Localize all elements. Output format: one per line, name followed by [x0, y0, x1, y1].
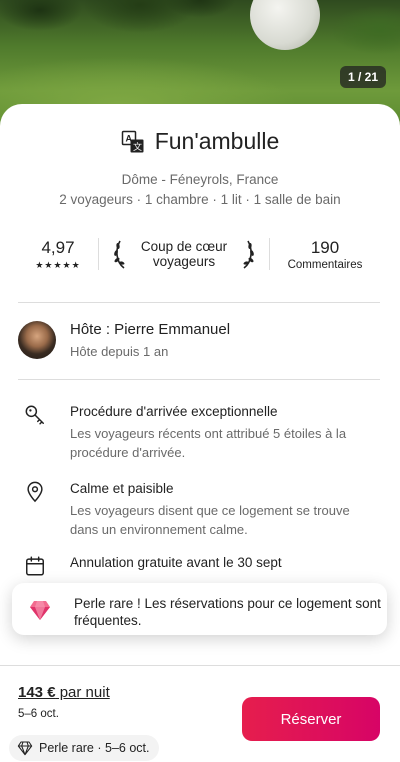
- rare-find-chip: Perle rare · 5–6 oct.: [9, 735, 160, 761]
- listing-sheet: A 文 Fun'ambulle Dôme - Féneyrols, France…: [0, 104, 400, 664]
- guest-favorite-stat: Coup de cœur voyageurs: [99, 238, 269, 270]
- divider: [18, 379, 380, 380]
- translate-icon[interactable]: A 文: [121, 130, 145, 154]
- rare-find-toast: Perle rare ! Les réservations pour ce lo…: [12, 583, 387, 635]
- price-amount: 143 €: [18, 684, 56, 701]
- stay-dates: 5–6 oct.: [18, 708, 59, 720]
- key-icon: [25, 405, 44, 425]
- rating-stars: ★★★★★: [35, 259, 81, 270]
- price-per-night[interactable]: 143 € par nuit: [18, 684, 110, 701]
- gem-icon: [30, 601, 50, 620]
- diamond-icon: [17, 741, 33, 756]
- guest-favorite-label: Coup de cœur voyageurs: [140, 239, 228, 269]
- listing-title: Fun'ambulle: [154, 128, 280, 154]
- divider: [18, 302, 380, 303]
- laurel-left-icon: [114, 240, 125, 269]
- feature-title: Calme et paisible: [70, 481, 174, 496]
- price-suffix: par nuit: [55, 684, 110, 701]
- booking-footer: 143 € par nuit 5–6 oct. Réserver Perle r…: [0, 665, 400, 762]
- svg-text:文: 文: [133, 141, 142, 152]
- rating-stat: 4,97 ★★★★★: [18, 238, 98, 271]
- toast-text: Perle rare ! Les réservations pour ce lo…: [74, 596, 381, 628]
- host-since: Hôte depuis 1 an: [70, 344, 169, 359]
- map-pin-icon: [27, 481, 43, 503]
- title-row: A 文 Fun'ambulle: [0, 128, 400, 155]
- feature-title: Procédure d'arrivée exceptionnelle: [70, 404, 278, 419]
- listing-location: Dôme - Féneyrols, France: [121, 172, 279, 187]
- avatar[interactable]: [18, 321, 56, 359]
- reviews-stat[interactable]: 190 Commentaires: [270, 238, 380, 271]
- feature-description: Les voyageurs récents ont attribué 5 éto…: [70, 426, 347, 460]
- host-name: Hôte : Pierre Emmanuel: [70, 321, 231, 338]
- laurel-right-icon: [243, 240, 254, 269]
- reviews-label: Commentaires: [287, 258, 363, 271]
- stats-bar: 4,97 ★★★★★ Coup de cœur voyageurs 190 Co…: [18, 234, 380, 274]
- chip-label: Perle rare · 5–6 oct.: [39, 741, 150, 755]
- photo-counter: 1 / 21: [339, 66, 386, 88]
- feature-title: Annulation gratuite avant le 30 sept: [70, 555, 282, 570]
- rating-value: 4,97: [41, 237, 75, 257]
- reviews-count: 190: [310, 237, 340, 257]
- calendar-icon: [26, 556, 44, 576]
- reserve-button[interactable]: Réserver: [242, 697, 380, 741]
- listing-details: 2 voyageurs · 1 chambre · 1 lit · 1 sall…: [59, 192, 341, 207]
- host-row[interactable]: Hôte : Pierre Emmanuel Hôte depuis 1 an: [18, 321, 380, 361]
- feature-description: Les voyageurs disent que ce logement se …: [70, 503, 350, 537]
